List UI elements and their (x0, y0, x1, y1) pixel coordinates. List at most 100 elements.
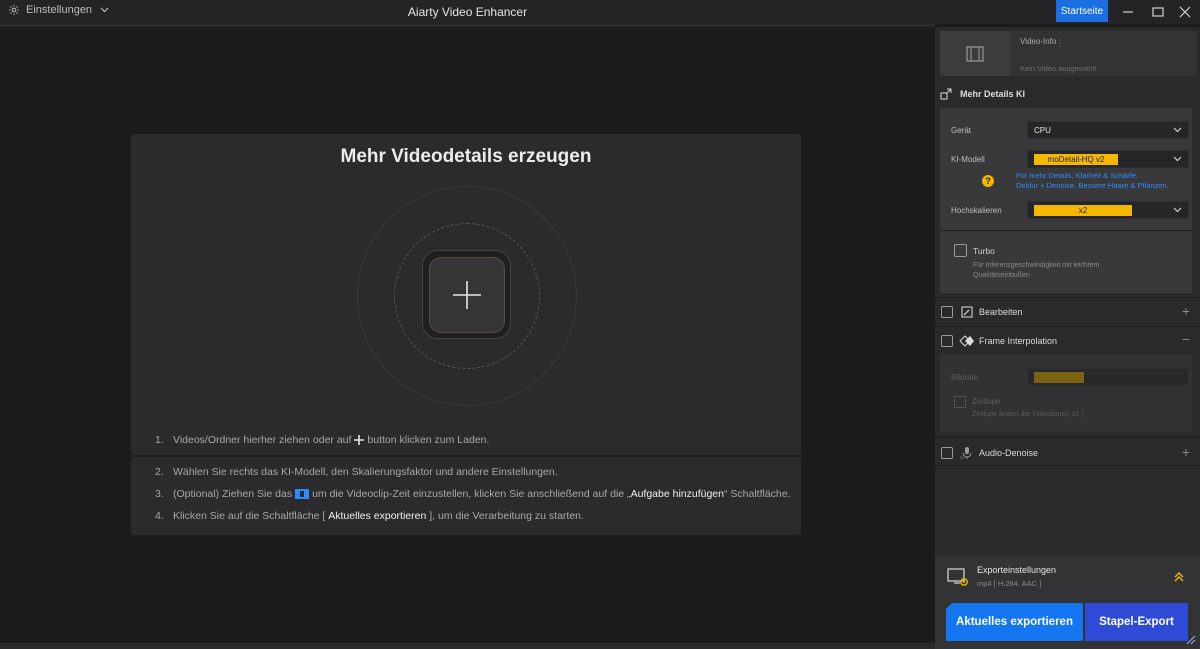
section-details-title: Mehr Details KI (960, 89, 1026, 99)
device-value: CPU (1034, 126, 1051, 135)
section-audio-header[interactable]: Audio-Denoise + (935, 442, 1200, 464)
upscale-select[interactable]: x2 (1027, 201, 1189, 219)
chevron-down-icon (1173, 156, 1182, 162)
slowmo-label: Zeitlupe (972, 397, 1001, 406)
step-text: ], um die Verarbeitung zu starten. (429, 510, 584, 522)
expand-plus-icon[interactable]: + (1182, 444, 1190, 460)
toolbar-strip (0, 24, 935, 27)
divider (131, 455, 801, 457)
microphone-icon (960, 447, 972, 459)
export-area: Exporteinstellungen mp4 [ H.264, AAC ] A… (935, 555, 1200, 649)
step-2: 2. Wählen Sie rechts das KI-Modell, den … (155, 466, 558, 478)
settings-sidebar: Video-Info : Kein Video ausgewählt Mehr … (935, 27, 1200, 649)
step-number: 2. (155, 466, 164, 478)
plus-icon (452, 280, 481, 309)
title-bar: Einstellungen Aiarty Video Enhancer Star… (0, 0, 1200, 24)
export-current-button[interactable]: Aktuelles exportieren (946, 603, 1083, 641)
resize-grip-icon[interactable] (1186, 635, 1196, 645)
slowmo-desc: Zeitlupe ändert die Videodauer( x2 ) (972, 411, 1084, 418)
section-audio-title: Audio-Denoise (979, 448, 1039, 458)
step-highlight: Aktuelles exportieren (328, 510, 427, 522)
step-text: (Optional) Ziehen Sie das (173, 488, 293, 500)
turbo-desc: Für Inferenzgeschwindigkeit mit leichtem (973, 262, 1100, 269)
video-info-value: Kein Video ausgewählt (1020, 64, 1097, 73)
maximize-button[interactable] (1148, 2, 1168, 22)
plus-icon (354, 435, 365, 445)
drop-area[interactable]: Mehr Videodetails erzeugen 1. Videos/Ord… (131, 134, 801, 535)
page-title: Mehr Videodetails erzeugen (340, 146, 592, 167)
step-3: 3. (Optional) Ziehen Sie das um die Vide… (155, 488, 791, 500)
turbo-label: Turbo (973, 246, 995, 256)
step-highlight: Aufgabe hinzufügen (630, 488, 724, 500)
video-thumbnail (940, 31, 1010, 76)
model-value: moDetail-HQ v2 (1034, 154, 1118, 165)
expand-plus-icon[interactable]: + (1182, 303, 1190, 319)
divider (940, 230, 1192, 231)
frame-interpolation-icon (959, 335, 974, 347)
divider (935, 465, 1200, 466)
audio-checkbox[interactable] (941, 447, 953, 459)
divider (935, 297, 1200, 298)
step-1: 1. Videos/Ordner hierher ziehen oder auf… (155, 434, 489, 446)
minimize-button[interactable] (1118, 2, 1138, 22)
section-edit-title: Bearbeiten (979, 307, 1023, 317)
upscale-label: Hochskalieren (951, 206, 1002, 215)
frame-checkbox[interactable] (941, 335, 953, 347)
add-video-button-inner (428, 256, 505, 333)
step-number: 4. (155, 510, 164, 522)
model-hint-line: Deblur + Denoise. Bessere Haare & Pflanz… (1016, 181, 1169, 190)
export-settings-title[interactable]: Exporteinstellungen (977, 565, 1056, 575)
expand-icon (940, 88, 952, 100)
turbo-desc: Qualitätseinbußen (973, 272, 1030, 279)
model-hint-line: Für mehr Details, Klarheit & Schärfe. (1016, 171, 1139, 180)
device-select[interactable]: CPU (1027, 121, 1189, 139)
model-select[interactable]: moDetail-HQ v2 (1027, 150, 1189, 168)
turbo-checkbox[interactable] (954, 244, 967, 257)
device-label: Gerät (951, 126, 972, 135)
batch-export-button[interactable]: Stapel-Export (1085, 603, 1188, 641)
step-text: Videos/Ordner hierher ziehen oder auf (173, 434, 352, 446)
divider (935, 326, 1200, 327)
model-hint: Für mehr Details, Klarheit & Schärfe. De… (1016, 171, 1169, 191)
home-button[interactable]: Startseite (1056, 0, 1108, 22)
minimize-icon (1123, 11, 1133, 13)
film-icon (966, 45, 984, 62)
video-info-panel: Video-Info : Kein Video ausgewählt (940, 31, 1197, 76)
slowmo-checkbox[interactable] (954, 396, 966, 408)
section-frame-title: Frame Interpolation (979, 336, 1058, 346)
upscale-value: x2 (1034, 205, 1132, 216)
details-panel: Gerät CPU KI-Modell moDetail-HQ v2 ? Für… (940, 108, 1192, 293)
add-video-button[interactable] (422, 250, 511, 339)
close-icon (1179, 6, 1191, 18)
frame-rate-value (1034, 372, 1084, 383)
step-text: Wählen Sie rechts das KI-Modell, den Ska… (173, 466, 558, 478)
step-text: um die Videoclip-Zeit einzustellen, klic… (312, 488, 631, 500)
section-edit-header[interactable]: Bearbeiten + (935, 301, 1200, 323)
close-button[interactable] (1175, 2, 1195, 22)
model-label: KI-Modell (951, 155, 985, 164)
step-number: 3. (155, 488, 164, 500)
step-text: Klicken Sie auf die Schaltfläche [ (173, 510, 326, 522)
collapse-minus-icon[interactable]: − (1182, 331, 1190, 347)
export-settings-icon (947, 568, 968, 586)
help-icon[interactable]: ? (982, 175, 994, 187)
export-settings-format: mp4 [ H.264, AAC ] (977, 579, 1042, 588)
app-title: Aiarty Video Enhancer (407, 5, 528, 19)
step-number: 1. (155, 434, 164, 446)
trim-handle-icon (295, 489, 310, 499)
step-text: “ Schaltfläche. (723, 488, 791, 500)
divider (935, 437, 1200, 438)
double-chevron-up-icon[interactable] (1173, 571, 1185, 583)
chevron-down-icon (1173, 127, 1182, 133)
step-4: 4. Klicken Sie auf die Schaltfläche [ Ak… (155, 510, 584, 522)
bottom-bar (0, 643, 935, 649)
maximize-icon (1152, 7, 1164, 17)
section-details-header[interactable]: Mehr Details KI (935, 83, 1200, 105)
edit-icon (961, 306, 973, 318)
section-frame-header[interactable]: Frame Interpolation − (935, 330, 1200, 352)
frame-rate-label: Bildrate (951, 373, 979, 382)
frame-panel: Bildrate Zeitlupe Zeitlupe ändert die Vi… (940, 354, 1192, 432)
edit-checkbox[interactable] (941, 306, 953, 318)
frame-rate-select[interactable] (1027, 368, 1189, 386)
step-text: button klicken zum Laden. (367, 434, 490, 446)
